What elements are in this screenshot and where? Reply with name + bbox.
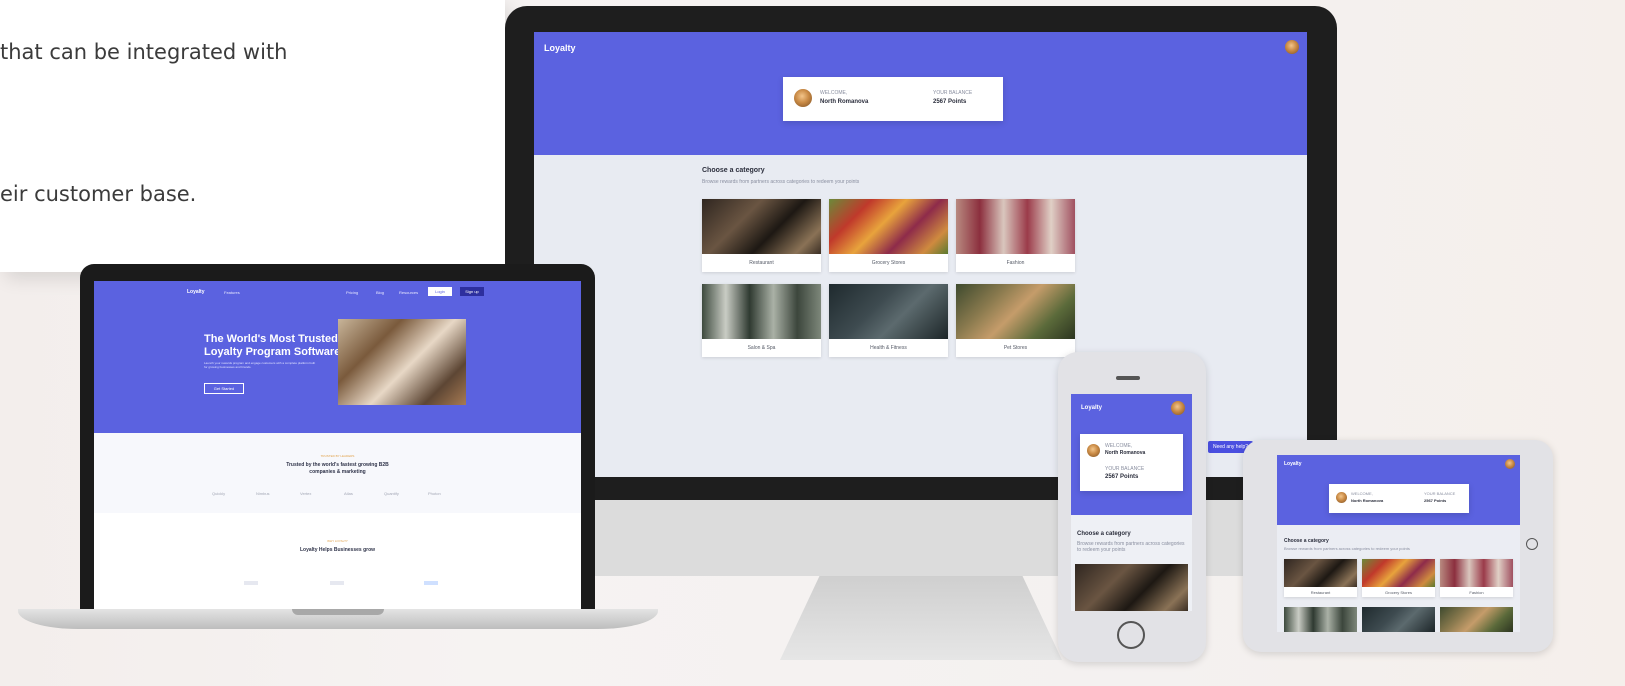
- monitor-chin: [505, 500, 1337, 576]
- tablet-profile-card: WELCOME, North Romanova YOUR BALANCE 256…: [1329, 484, 1469, 513]
- phone-profile-card: WELCOME, North Romanova YOUR BALANCE 256…: [1080, 434, 1183, 491]
- tablet-category-health[interactable]: [1362, 607, 1435, 632]
- user-name: North Romanova: [820, 99, 869, 105]
- tablet-avatar[interactable]: [1505, 459, 1515, 469]
- intro-text-card: that can be integrated with eir customer…: [0, 0, 505, 272]
- laptop-hero-cta[interactable]: Get Started: [204, 383, 244, 394]
- category-tile-fashion[interactable]: Fashion: [956, 199, 1075, 272]
- balance-value: 2567 Points: [1424, 498, 1447, 503]
- laptop-signup-button[interactable]: Sign up: [460, 287, 484, 296]
- laptop-hero-photo: [338, 319, 466, 405]
- partner-logo-2: Nimbus: [256, 491, 270, 496]
- laptop-nav-resources[interactable]: Resources: [399, 290, 418, 295]
- user-name: North Romanova: [1351, 498, 1384, 503]
- laptop-nav-pricing[interactable]: Pricing: [346, 290, 358, 295]
- tablet-category-pet[interactable]: [1440, 607, 1513, 632]
- tablet-category-restaurant[interactable]: Restaurant: [1284, 559, 1357, 597]
- partner-logo-3: Vertex: [300, 491, 312, 496]
- tablet-screen: Loyalty WELCOME, North Romanova YOUR BAL…: [1277, 455, 1520, 632]
- feature-icon: [244, 581, 258, 585]
- user-name: North Romanova: [1105, 450, 1146, 456]
- category-tile-health[interactable]: Health & Fitness: [829, 284, 948, 357]
- category-label: Health & Fitness: [870, 345, 907, 351]
- tablet-category-salon[interactable]: [1284, 607, 1357, 632]
- phone-category-image[interactable]: [1075, 564, 1188, 611]
- category-tile-restaurant[interactable]: Restaurant: [702, 199, 821, 272]
- laptop-notch: [292, 609, 384, 615]
- tablet-home-button[interactable]: [1526, 538, 1538, 550]
- category-label: Fashion: [1006, 260, 1025, 266]
- phone-section-subtitle: Browse rewards from partners across cate…: [1077, 541, 1185, 553]
- welcome-label: WELCOME,: [820, 90, 848, 96]
- partner-logo-1: Quickly: [212, 491, 226, 496]
- category-label: Restaurant: [749, 260, 774, 266]
- partner-logo-6: Photon: [428, 491, 441, 496]
- partner-logo-4: Atlas: [344, 491, 353, 496]
- tablet-logo[interactable]: Loyalty: [1284, 461, 1302, 467]
- category-image: [829, 199, 948, 254]
- intro-line-2: eir customer base.: [0, 182, 197, 206]
- phone-speaker: [1116, 376, 1140, 380]
- laptop-screen: Loyalty Features Pricing Blog Resources …: [94, 281, 581, 611]
- category-tile-pet[interactable]: Pet Stores: [956, 284, 1075, 357]
- category-label: Restaurant: [1310, 590, 1331, 595]
- category-image: [702, 199, 821, 254]
- laptop-hero-title-2: Loyalty Program Software: [204, 346, 341, 358]
- phone-section-title: Choose a category: [1077, 531, 1131, 537]
- profile-avatar: [1087, 444, 1100, 457]
- laptop-trusted-title-2: companies & marketing: [309, 469, 366, 475]
- feature-icon: [424, 581, 438, 585]
- balance-label: YOUR BALANCE: [1105, 466, 1145, 472]
- category-image: [702, 284, 821, 339]
- category-label: Grocery Stores: [1385, 590, 1412, 595]
- monitor-profile-card: WELCOME, North Romanova YOUR BALANCE 256…: [783, 77, 1003, 121]
- balance-label: YOUR BALANCE: [933, 90, 973, 96]
- tablet-section-subtitle: Browse rewards from partners across cate…: [1284, 546, 1410, 551]
- phone-home-button[interactable]: [1117, 621, 1145, 649]
- laptop-logo[interactable]: Loyalty: [187, 289, 205, 295]
- category-image: [1362, 559, 1435, 587]
- welcome-label: WELCOME,: [1105, 443, 1133, 449]
- balance-value: 2567 Points: [933, 99, 967, 105]
- phone-screen: Loyalty WELCOME, North Romanova YOUR BAL…: [1071, 394, 1192, 611]
- partner-logo-5: Quantify: [384, 491, 399, 496]
- profile-avatar: [794, 89, 812, 107]
- phone-logo[interactable]: Loyalty: [1081, 405, 1102, 411]
- phone-avatar[interactable]: [1171, 401, 1185, 415]
- laptop-hero-title-1: The World's Most Trusted: [204, 333, 338, 345]
- monitor-avatar[interactable]: [1285, 40, 1299, 54]
- laptop-nav-features[interactable]: Features: [224, 290, 240, 295]
- category-image: [829, 284, 948, 339]
- laptop-trusted-title-1: Trusted by the world's fastest growing B…: [286, 462, 389, 468]
- intro-line-1: that can be integrated with: [0, 40, 288, 64]
- feature-icon: [330, 581, 344, 585]
- welcome-label: WELCOME,: [1351, 491, 1373, 496]
- laptop-login-button[interactable]: Login: [428, 287, 452, 296]
- section-title: Choose a category: [702, 167, 765, 174]
- laptop-why-title: Loyalty Helps Businesses grow: [299, 547, 376, 553]
- category-image: [1284, 559, 1357, 587]
- category-image: [1440, 559, 1513, 587]
- category-label: Pet Stores: [1003, 345, 1028, 351]
- laptop-trusted-kicker: TRUSTED BY LEADERS: [320, 454, 355, 458]
- category-label: Fashion: [1469, 590, 1484, 595]
- laptop-why-kicker: WHY LOYALTY: [327, 539, 348, 543]
- laptop-hero-text: Launch your rewards program and engage c…: [204, 361, 316, 369]
- tablet-category-grocery[interactable]: Grocery Stores: [1362, 559, 1435, 597]
- category-label: Salon & Spa: [747, 345, 776, 351]
- monitor-stand: [780, 576, 1062, 660]
- balance-label: YOUR BALANCE: [1424, 491, 1456, 496]
- category-image: [956, 199, 1075, 254]
- monitor-logo[interactable]: Loyalty: [544, 43, 576, 53]
- category-image: [956, 284, 1075, 339]
- category-tile-salon[interactable]: Salon & Spa: [702, 284, 821, 357]
- category-label: Grocery Stores: [871, 260, 906, 266]
- section-subtitle: Browse rewards from partners across cate…: [702, 179, 860, 185]
- laptop-nav-blog[interactable]: Blog: [376, 290, 384, 295]
- category-tile-grocery[interactable]: Grocery Stores: [829, 199, 948, 272]
- profile-avatar: [1336, 492, 1347, 503]
- tablet-category-fashion[interactable]: Fashion: [1440, 559, 1513, 597]
- balance-value: 2567 Points: [1105, 474, 1139, 480]
- tablet-section-title: Choose a category: [1284, 538, 1329, 544]
